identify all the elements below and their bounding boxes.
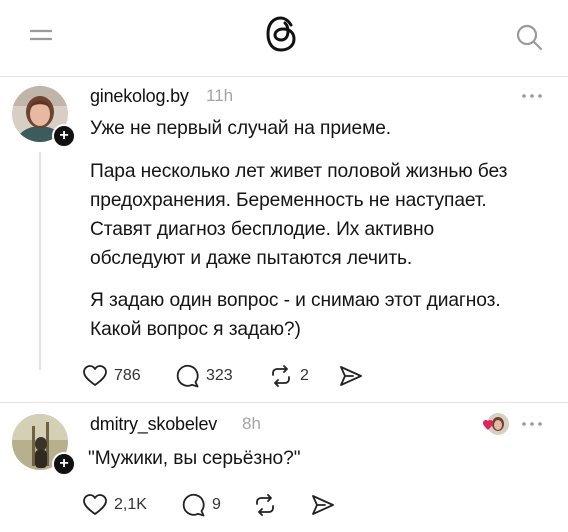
post-text-line: обследуют и даже пытаются лечить.	[90, 248, 413, 269]
repost-button[interactable]: 2	[268, 361, 309, 391]
header-divider	[0, 76, 568, 77]
like-count: 2,1K	[114, 496, 147, 513]
liked-by-author-avatar	[482, 412, 510, 440]
share-button[interactable]	[338, 361, 364, 391]
share-button[interactable]	[310, 490, 336, 520]
post-text-line: Уже не первый случай на приеме.	[90, 118, 391, 139]
post-username[interactable]: ginekolog.by	[90, 86, 189, 107]
post-text-line: Пара несколько лет живет половой жизнью …	[90, 161, 508, 182]
heart-icon	[83, 494, 107, 515]
repost-button[interactable]	[252, 490, 284, 520]
share-icon	[340, 366, 362, 386]
comment-count: 9	[212, 496, 221, 513]
comment-icon	[182, 493, 205, 517]
post-time: 8h	[242, 414, 261, 433]
repost-icon	[256, 494, 274, 516]
thread-line	[39, 152, 41, 370]
post-actions: 786 323 2	[82, 361, 382, 391]
follow-plus-icon[interactable]: +	[52, 452, 76, 476]
repost-icon	[272, 365, 290, 387]
avatar-icon	[483, 413, 509, 435]
top-bar	[0, 0, 568, 72]
post-time: 11h	[206, 86, 234, 105]
follow-plus-icon[interactable]: +	[52, 124, 76, 148]
comment-count: 323	[206, 367, 233, 384]
share-icon	[312, 495, 334, 515]
like-button[interactable]: 786	[82, 361, 141, 391]
post-divider	[0, 402, 568, 403]
post-text-line: Ставят диагноз бесплодие. Их активно	[90, 219, 435, 240]
comment-button[interactable]: 9	[180, 490, 221, 520]
more-options-icon[interactable]	[520, 92, 544, 100]
post-text-line: предохранения. Беременность не наступает…	[90, 190, 487, 211]
heart-icon	[83, 365, 107, 386]
like-count: 786	[114, 367, 141, 384]
post-text-line: "Мужики, вы серьёзно?"	[88, 448, 301, 469]
post-text-line: Я задаю один вопрос - и снимаю этот диаг…	[90, 290, 501, 311]
menu-icon[interactable]	[28, 24, 54, 46]
post-actions: 2,1K 9	[82, 490, 382, 520]
post-username[interactable]: dmitry_skobelev	[90, 414, 217, 435]
comment-icon	[176, 364, 199, 388]
comment-button[interactable]: 323	[174, 361, 233, 391]
like-button[interactable]: 2,1K	[82, 490, 147, 520]
repost-count: 2	[300, 367, 309, 384]
threads-logo-icon[interactable]	[264, 14, 300, 54]
post-text-line: Какой вопрос я задаю?)	[90, 319, 301, 340]
more-options-icon[interactable]	[520, 420, 544, 428]
search-icon[interactable]	[514, 22, 544, 52]
